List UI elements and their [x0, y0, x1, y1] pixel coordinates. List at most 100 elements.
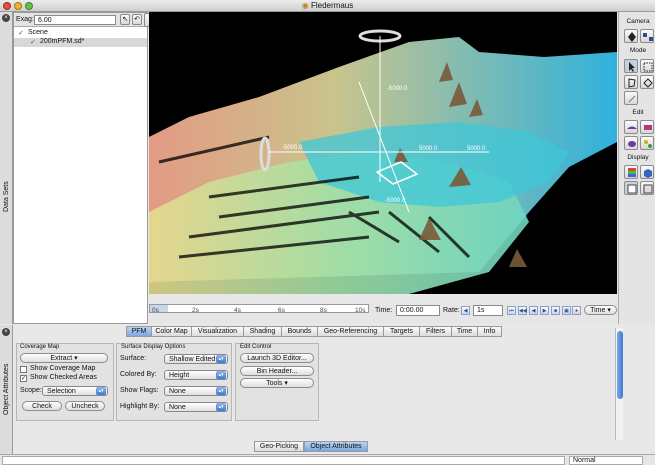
axis-label-1: -5000.0 [387, 86, 408, 92]
coverage-map-title: Coverage Map [20, 344, 60, 350]
tab-info[interactable]: Info [478, 326, 502, 337]
tab-geo-referencing[interactable]: Geo-Referencing [318, 326, 384, 337]
show-coverage-checkbox[interactable] [20, 366, 27, 373]
tool-sidebar: Camera Mode Edit Display [618, 12, 655, 324]
show-coverage-label: Show Coverage Map [30, 365, 96, 372]
rewind-icon[interactable]: ⏮ [507, 306, 516, 315]
close-icon[interactable]: × [2, 14, 10, 22]
camera-label: Camera [626, 18, 650, 25]
colormap-icon[interactable] [624, 165, 638, 179]
tab-bounds[interactable]: Bounds [282, 326, 318, 337]
record-icon[interactable]: ● [572, 306, 581, 315]
status-message-field [2, 456, 565, 465]
scope-label: Scope: [20, 387, 42, 394]
tab-geo-picking[interactable]: Geo-Picking [254, 441, 304, 452]
step-back-icon[interactable]: ◀◀ [518, 306, 527, 315]
colored-by-label: Colored By: [120, 371, 157, 378]
camera-fly-icon[interactable] [640, 29, 654, 43]
exag-toolbar: Exag: 6.00 ⇖ ↶ [14, 13, 147, 27]
select-arrow-icon[interactable] [624, 59, 638, 73]
exag-input[interactable]: 6.00 [34, 15, 116, 25]
tab-time[interactable]: Time [452, 326, 478, 337]
axis-label-3: 5000.0 [419, 146, 438, 152]
rate-input[interactable]: 1s [473, 305, 503, 316]
bin-header-button[interactable]: Bin Header... [240, 366, 314, 376]
measure-icon[interactable] [624, 91, 638, 105]
data-sets-tab[interactable]: Data Sets [3, 181, 10, 212]
scope-select[interactable]: Selection ▴▾ [42, 386, 108, 396]
tick-2: 4s [234, 307, 241, 314]
tick-4: 8s [320, 307, 327, 314]
display-label: Display [627, 154, 649, 161]
terrain-render: -5000.0 -5000.0 5000.0 5000.0 -5000.0 [149, 29, 617, 294]
polygon-select-icon[interactable] [640, 75, 654, 89]
axis-label-2: -5000.0 [282, 145, 303, 151]
time-input[interactable]: 0:00.00 [396, 305, 440, 316]
highlight-by-select[interactable]: None ▴▾ [164, 402, 228, 412]
exag-label: Exag: [16, 16, 34, 23]
stop-icon[interactable]: ■ [551, 306, 560, 315]
tab-color-map[interactable]: Color Map [152, 326, 192, 337]
rate-down-icon[interactable]: ◀ [461, 306, 470, 315]
edit-points-icon[interactable] [640, 136, 654, 150]
show-checked-checkbox[interactable]: ✓ [20, 375, 27, 382]
colored-by-select[interactable]: Height ▴▾ [164, 370, 228, 380]
object-attributes-side-tab[interactable]: Object Attributes [3, 364, 10, 415]
axis-label-4: 5000.0 [467, 146, 486, 152]
dataset-label: 200mPFM.sd* [40, 38, 85, 45]
tab-targets[interactable]: Targets [384, 326, 420, 337]
close-panel-icon[interactable]: × [2, 328, 10, 336]
data-sets-strip: × Data Sets [0, 12, 13, 324]
status-bar: Normal [0, 454, 655, 465]
tools-menu-button[interactable]: Tools ▾ [240, 378, 314, 388]
time-slider-track[interactable] [149, 304, 369, 313]
tab-object-attributes[interactable]: Object Attributes [304, 441, 368, 452]
vertical-scrollbar[interactable] [615, 328, 623, 440]
tick-0: 0s [152, 307, 159, 314]
mode-label: Mode [629, 47, 647, 54]
camera-rotate-icon[interactable] [624, 29, 638, 43]
rectangle-select-icon[interactable] [640, 59, 654, 73]
lasso-icon[interactable] [624, 75, 638, 89]
tick-5: 10s [355, 307, 366, 314]
prev-frame-icon[interactable]: ◀ [529, 306, 538, 315]
show-flags-label: Show Flags: [120, 387, 159, 394]
edit-paint-icon[interactable] [624, 136, 638, 150]
tab-filters[interactable]: Filters [420, 326, 452, 337]
rate-label: Rate: [443, 307, 460, 314]
show-flags-select[interactable]: None ▴▾ [164, 386, 228, 396]
time-menu-button[interactable]: Time ▾ [584, 305, 617, 315]
tab-pfm[interactable]: PFM [126, 326, 152, 337]
uncheck-button[interactable]: Uncheck [65, 401, 105, 411]
play-icon[interactable]: ▶ [540, 306, 549, 315]
edit-boat-icon[interactable] [624, 120, 638, 134]
edit-control-title: Edit Control [240, 344, 272, 350]
scene-label: Scene [28, 29, 48, 36]
launch-3d-editor-button[interactable]: Launch 3D Editor... [240, 353, 314, 363]
tab-shading[interactable]: Shading [244, 326, 282, 337]
tree-row-dataset[interactable]: ✓ 200mPFM.sd* [14, 38, 147, 47]
surface-label: Surface: [120, 355, 147, 362]
undo-icon[interactable]: ↶ [132, 14, 142, 25]
show-checked-label: Show Checked Areas [30, 374, 97, 381]
edit-flag-icon[interactable] [640, 120, 654, 134]
surface-select[interactable]: Shallow Edited ▴▾ [164, 354, 228, 364]
check-button[interactable]: Check [22, 401, 62, 411]
scrollbar-thumb[interactable] [617, 331, 623, 399]
tick-3: 6s [278, 307, 285, 314]
tree-row-scene[interactable]: ✓ Scene [18, 29, 143, 38]
extract-button[interactable]: Extract ▾ [20, 353, 108, 363]
view-grid-icon[interactable] [624, 181, 638, 195]
edit-label: Edit [632, 109, 644, 116]
time-label: Time: [375, 307, 393, 314]
axis-label-5: -5000.0 [385, 198, 406, 204]
view-split-icon[interactable] [640, 181, 654, 195]
tab-visualization[interactable]: Visualization [192, 326, 244, 337]
cube-icon[interactable] [640, 165, 654, 179]
loop-icon[interactable]: ▣ [562, 306, 571, 315]
status-mode: Normal [569, 456, 643, 465]
data-sets-panel: Exag: 6.00 ⇖ ↶ ✓ Scene ✓ 200mPFM.sd* [13, 12, 150, 324]
scene-viewport[interactable]: -5000.0 -5000.0 5000.0 5000.0 -5000.0 [149, 12, 617, 294]
highlight-by-label: Highlight By: [120, 403, 160, 410]
pointer-tool-icon[interactable]: ⇖ [120, 14, 130, 25]
